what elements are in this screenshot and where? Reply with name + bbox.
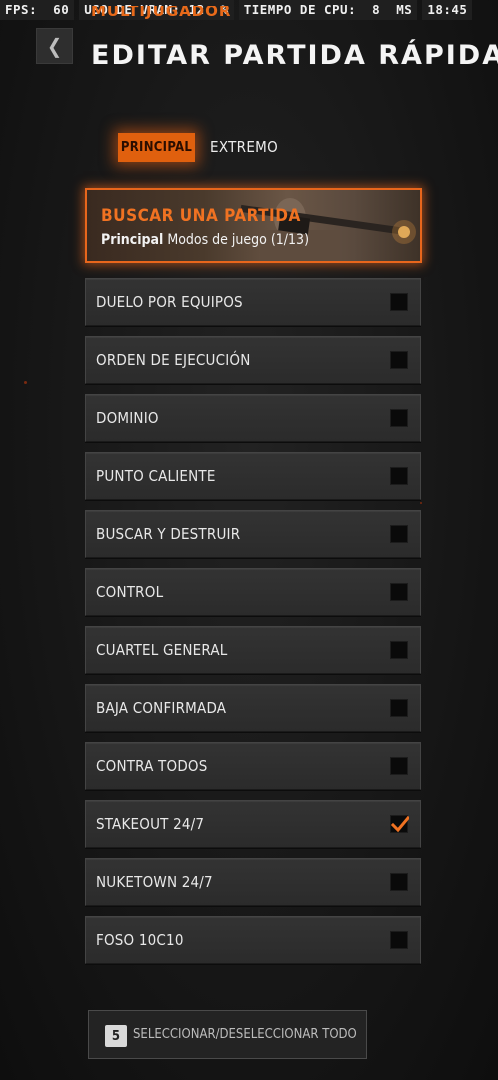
tab-extremo[interactable]: EXTREMO — [210, 133, 278, 162]
select-all-label: SELECCIONAR/DESELECCIONAR TODO — [133, 1027, 357, 1042]
mode-checkbox[interactable] — [390, 409, 408, 427]
mode-label: DOMINIO — [96, 409, 159, 427]
mode-checkbox[interactable] — [390, 467, 408, 485]
section-subtitle: MULTIJUGADOR — [91, 6, 232, 20]
mode-row-foso[interactable]: FOSO 10C10 — [85, 916, 421, 964]
mode-row-control[interactable]: CONTROL — [85, 568, 421, 616]
fps-readout: FPS: 60 — [0, 0, 75, 20]
mode-row-duelo-por-equipos[interactable]: DUELO POR EQUIPOS — [85, 278, 421, 326]
back-button[interactable]: ❮ — [36, 28, 73, 64]
page-title: EDITAR PARTIDA RÁPIDA — [91, 40, 498, 71]
mode-row-punto-caliente[interactable]: PUNTO CALIENTE — [85, 452, 421, 500]
mode-checkbox[interactable] — [390, 525, 408, 543]
mode-checkbox[interactable] — [390, 699, 408, 717]
mode-label: ORDEN DE EJECUCIÓN — [96, 351, 251, 369]
mode-label: CUARTEL GENERAL — [96, 641, 228, 659]
performance-overlay: FPS: 60 USO DE VRAM: 12 % TIEMPO DE CPU:… — [0, 0, 473, 20]
mode-row-cuartel-general[interactable]: CUARTEL GENERAL — [85, 626, 421, 674]
mode-row-stakeout[interactable]: STAKEOUT 24/7 — [85, 800, 421, 848]
mode-label: BAJA CONFIRMADA — [96, 699, 227, 717]
mode-row-nuketown[interactable]: NUKETOWN 24/7 — [85, 858, 421, 906]
key-5-icon: 5 — [105, 1025, 127, 1047]
chevron-left-icon: ❮ — [46, 34, 63, 58]
mode-checkbox[interactable] — [390, 641, 408, 659]
fps-label: FPS: — [5, 2, 38, 17]
cpu-value: 8 — [372, 2, 381, 17]
find-match-playlist: Principal — [101, 232, 164, 248]
mode-label: PUNTO CALIENTE — [96, 467, 216, 485]
mode-checkbox[interactable] — [390, 293, 408, 311]
select-all-button[interactable]: 5 SELECCIONAR/DESELECCIONAR TODO — [88, 1010, 367, 1059]
mode-checkbox[interactable] — [390, 583, 408, 601]
mode-row-buscar-y-destruir[interactable]: BUSCAR Y DESTRUIR — [85, 510, 421, 558]
mode-checkbox[interactable] — [390, 757, 408, 775]
ember-dot — [24, 381, 27, 384]
mode-checkbox[interactable] — [390, 873, 408, 891]
find-match-title: BUSCAR UNA PARTIDA — [101, 206, 301, 226]
mode-label: FOSO 10C10 — [96, 931, 184, 949]
mode-row-orden-de-ejecucion[interactable]: ORDEN DE EJECUCIÓN — [85, 336, 421, 384]
find-match-button[interactable]: BUSCAR UNA PARTIDA Principal Modos de ju… — [85, 188, 422, 263]
find-match-modes-count: Modos de juego (1/13) — [167, 232, 309, 248]
mode-label: STAKEOUT 24/7 — [96, 815, 205, 833]
mode-row-baja-confirmada[interactable]: BAJA CONFIRMADA — [85, 684, 421, 732]
ember-dot — [420, 502, 422, 504]
mode-label: CONTRA TODOS — [96, 757, 208, 775]
mode-label: CONTROL — [96, 583, 164, 601]
checkmark-icon — [391, 816, 409, 833]
cpu-label: TIEMPO DE CPU: — [243, 2, 357, 17]
mode-label: NUKETOWN 24/7 — [96, 873, 213, 891]
mode-row-contra-todos[interactable]: CONTRA TODOS — [85, 742, 421, 790]
fps-value: 60 — [53, 2, 70, 17]
mode-row-dominio[interactable]: DOMINIO — [85, 394, 421, 442]
mode-checkbox[interactable] — [390, 931, 408, 949]
mode-label: DUELO POR EQUIPOS — [96, 293, 243, 311]
tab-principal[interactable]: PRINCIPAL — [118, 133, 195, 162]
mode-checkbox[interactable] — [390, 351, 408, 369]
mode-checkbox[interactable] — [390, 815, 409, 833]
cpu-unit: MS — [396, 2, 413, 17]
cpu-readout: TIEMPO DE CPU: 8 MS — [238, 0, 418, 20]
clock: 18:45 — [422, 0, 473, 20]
mode-label: BUSCAR Y DESTRUIR — [96, 525, 241, 543]
find-match-subtitle: Principal Modos de juego (1/13) — [101, 232, 309, 248]
